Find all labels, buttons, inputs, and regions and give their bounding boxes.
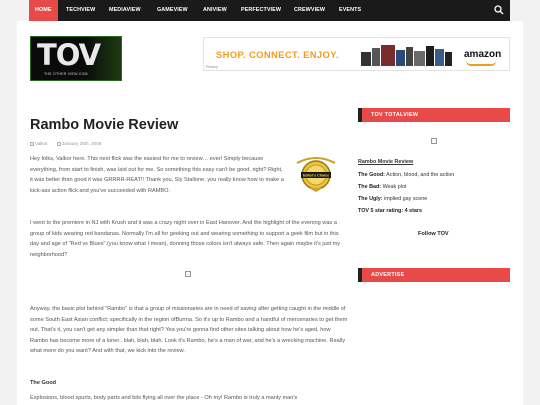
follow-tov-link[interactable]: Follow TOV xyxy=(418,231,449,237)
sidebar-rating: TOV 5 star rating: 4 stars xyxy=(358,208,422,214)
search-icon[interactable] xyxy=(494,5,504,15)
nav-item-gameview[interactable]: GAMEVIEW xyxy=(151,0,194,21)
logo-tagline: THE OTHER VIEW.COM xyxy=(44,72,88,76)
rating-label: TOV 5 star rating: xyxy=(358,208,404,214)
amazon-smile-icon xyxy=(466,61,496,66)
good-label: The Good: xyxy=(358,172,385,178)
section-heading-the-good: The Good xyxy=(30,380,57,386)
calendar-icon xyxy=(56,141,61,146)
article-paragraph-3: Anyway, the basic plot behind "Rambo" is… xyxy=(30,306,348,355)
rating-text: 4 stars xyxy=(404,208,423,214)
top-nav: HOME TECHVIEW MEDIAVIEW GAMEVIEW ANIVIEW… xyxy=(29,0,510,21)
editors-choice-badge: Editor's Choice xyxy=(296,157,336,192)
bad-text: Weak plot xyxy=(382,184,407,190)
article-meta: Valkor January 28th, 2008 xyxy=(30,141,109,146)
sidebar-good: The Good: Action, blood, and the action xyxy=(358,172,454,178)
ad-products-image xyxy=(361,45,452,66)
good-text: Action, blood, and the action xyxy=(386,172,455,178)
nav-item-perfectview[interactable]: PERFECTVIEW xyxy=(235,0,287,21)
nav-item-crewview[interactable]: CREWVIEW xyxy=(288,0,331,21)
widget-title-totalview: TOV TOTALVIEW xyxy=(371,112,419,118)
sidebar-image-placeholder xyxy=(431,138,437,144)
article-author[interactable]: Valkor xyxy=(35,141,48,146)
widget-header-totalview: TOV TOTALVIEW xyxy=(358,108,510,122)
author-icon xyxy=(30,141,34,146)
widget-header-advertise: ADVERTISE xyxy=(358,268,510,282)
site-logo[interactable]: TOV THE OTHER VIEW.COM xyxy=(30,36,122,81)
nav-item-home[interactable]: HOME xyxy=(29,0,58,21)
nav-item-events[interactable]: EVENTS xyxy=(333,0,367,21)
ugly-text: implied gay scene xyxy=(384,196,428,202)
badge-label: Editor's Choice xyxy=(303,174,329,178)
amazon-ad-banner[interactable]: SHOP. CONNECT. ENJOY. amazon Privacy xyxy=(203,37,510,71)
nav-item-techview[interactable]: TECHVIEW xyxy=(60,0,101,21)
logo-text: TOV xyxy=(37,38,101,72)
article-paragraph-1: Hey folks, Valkor here. This next flick … xyxy=(30,156,284,194)
bad-label: The Bad: xyxy=(358,184,382,190)
sidebar-ugly: The Ugly: implied gay scene xyxy=(358,196,427,202)
ugly-label: The Ugly: xyxy=(358,196,383,202)
amazon-logo: amazon xyxy=(464,49,502,60)
sidebar-review-link[interactable]: Rambo Movie Review xyxy=(358,159,413,165)
widget-title-advertise: ADVERTISE xyxy=(371,272,405,278)
nav-item-mediaview[interactable]: MEDIAVIEW xyxy=(103,0,147,21)
article-paragraph-2: I went to the premiere in NJ with Krush … xyxy=(30,220,341,258)
sidebar-bad: The Bad: Weak plot xyxy=(358,184,406,190)
nav-item-aniview[interactable]: ANIVIEW xyxy=(197,0,233,21)
ad-privacy-link[interactable]: Privacy xyxy=(206,65,218,69)
ad-slogan: SHOP. CONNECT. ENJOY. xyxy=(216,49,339,60)
article-paragraph-4: Explosions, blood spurts, body parts and… xyxy=(30,395,298,401)
article-image-placeholder xyxy=(185,271,191,277)
article-title[interactable]: Rambo Movie Review xyxy=(30,117,178,133)
article-date: January 28th, 2008 xyxy=(61,141,102,146)
